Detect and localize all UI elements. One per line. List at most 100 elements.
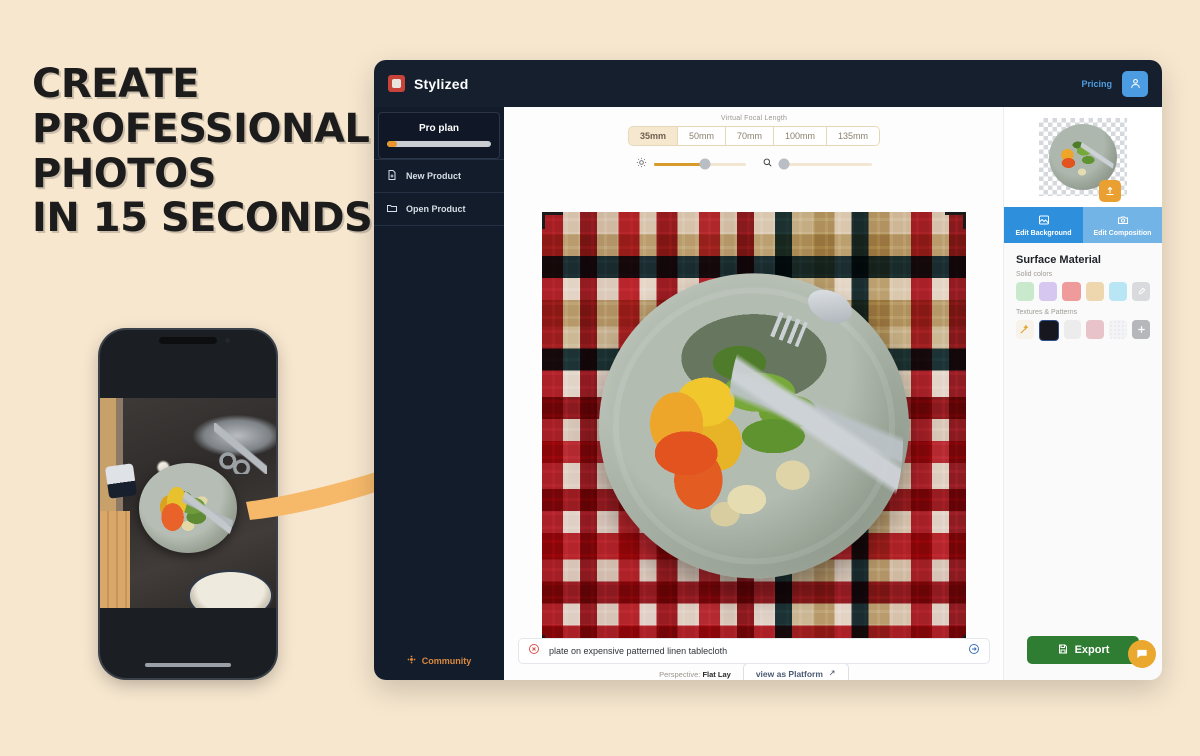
swatch-solid-tan[interactable]	[1085, 282, 1104, 301]
stacked-bowls	[188, 570, 273, 608]
folder-icon	[386, 202, 398, 216]
app-logo-icon	[388, 75, 405, 92]
swatch-solid-blue[interactable]	[1108, 282, 1127, 301]
focal-option-50mm[interactable]: 50mm	[677, 127, 726, 145]
export-button[interactable]: Export	[1027, 636, 1139, 664]
brand-name: Stylized	[414, 75, 469, 92]
original-photo-kitchen	[100, 398, 276, 608]
main-canvas-area: Virtual Focal Length 35mm 50mm 70mm 100m…	[504, 107, 1004, 680]
save-icon	[1057, 643, 1069, 658]
focal-length-label: Virtual Focal Length	[720, 115, 788, 122]
perspective-info: Perspective: Flat Lay	[659, 670, 731, 679]
magic-wand-icon[interactable]	[1016, 320, 1034, 339]
plate-original	[138, 463, 238, 554]
focal-option-70mm[interactable]: 70mm	[725, 127, 774, 145]
chat-bubble-icon[interactable]	[1128, 640, 1156, 668]
brightness-icon	[636, 155, 647, 173]
product-canvas[interactable]	[542, 212, 966, 652]
focal-length-control: Virtual Focal Length 35mm 50mm 70mm 100m…	[504, 107, 1004, 146]
solid-colors-label: Solid colors	[1016, 271, 1053, 278]
zoom-slider[interactable]	[762, 155, 872, 173]
eyedropper-icon[interactable]	[1131, 282, 1151, 301]
zoom-track[interactable]	[778, 158, 872, 170]
brightness-slider[interactable]	[636, 155, 746, 173]
export-label: Export	[1074, 644, 1110, 656]
sidebar-item-new-product[interactable]: New Product	[374, 159, 504, 193]
view-as-platform-label: view as Platform	[755, 669, 823, 679]
thumbnail-cutlery	[1080, 133, 1115, 180]
community-icon	[407, 655, 416, 666]
perspective-row: Perspective: Flat Lay view as Platform	[504, 663, 1004, 680]
tab-edit-composition[interactable]: Edit Composition	[1083, 207, 1162, 243]
product-plate	[599, 273, 909, 579]
image-icon	[1038, 214, 1050, 228]
cutlery	[729, 285, 903, 567]
upload-icon[interactable]	[1099, 180, 1121, 202]
app-topbar: Stylized Pricing	[374, 60, 1162, 107]
swatch-solid-red[interactable]	[1062, 282, 1081, 301]
foot	[104, 463, 138, 499]
promo-stage: Create Professional Photos in 15 seconds	[0, 0, 1200, 756]
cutlery-original	[182, 479, 234, 547]
focal-option-135mm[interactable]: 135mm	[827, 127, 880, 145]
solid-color-swatches	[1004, 282, 1162, 309]
sidebar-label-new-product: New Product	[406, 171, 462, 181]
swatch-texture-white[interactable]	[1063, 320, 1082, 339]
zoom-icon	[762, 155, 773, 173]
swatch-solid-purple[interactable]	[1039, 282, 1058, 301]
submit-arrow-icon[interactable]	[968, 642, 980, 660]
promo-headline: Create Professional Photos in 15 seconds	[32, 61, 373, 242]
right-panel: Edit Background Edit Composition Surface…	[1003, 107, 1162, 680]
phone-home-indicator	[145, 663, 231, 667]
swatch-texture-pink[interactable]	[1086, 320, 1105, 339]
plus-icon[interactable]	[1132, 320, 1150, 339]
user-avatar-icon[interactable]	[1122, 70, 1148, 97]
product-thumbnail[interactable]	[1039, 118, 1127, 202]
panel-tabs: Edit Background Edit Composition	[1004, 207, 1162, 243]
sidebar-item-open-product[interactable]: Open Product	[374, 193, 504, 226]
headline-line-2: Professional	[32, 105, 370, 152]
brightness-track[interactable]	[654, 158, 746, 170]
texture-swatches	[1004, 320, 1162, 349]
prompt-input[interactable]: plate on expensive patterned linen table…	[549, 646, 959, 656]
pricing-link[interactable]: Pricing	[1081, 79, 1112, 89]
clear-circle-icon[interactable]	[528, 642, 540, 660]
swatch-texture-black[interactable]	[1038, 320, 1059, 341]
view-as-platform-button[interactable]: view as Platform	[742, 663, 849, 680]
community-link[interactable]: Community	[374, 655, 504, 666]
plan-name: Pro plan	[418, 123, 459, 134]
focal-option-35mm[interactable]: 35mm	[628, 127, 678, 145]
headline-line-3: Photos	[32, 150, 216, 197]
camera-icon	[1117, 214, 1129, 228]
canvas-sliders	[504, 155, 1004, 173]
perspective-value: Flat Lay	[702, 669, 731, 679]
swatch-texture-speckle[interactable]	[1109, 320, 1128, 339]
external-link-icon	[828, 669, 836, 679]
tab-label-edit-background: Edit Background	[1015, 229, 1072, 237]
crop-corner-top-right[interactable]	[945, 212, 966, 229]
community-label: Community	[421, 655, 472, 666]
focal-option-100mm[interactable]: 100mm	[774, 127, 828, 145]
textures-label: Textures & Patterns	[1016, 309, 1078, 316]
scissors	[214, 423, 268, 474]
prompt-input-bar[interactable]: plate on expensive patterned linen table…	[518, 638, 990, 664]
product-thumbnail-area	[1004, 107, 1162, 207]
perspective-label: Perspective:	[659, 669, 701, 679]
headline-line-1: Create	[32, 61, 199, 107]
wood-floor	[100, 511, 130, 608]
plan-usage-bar	[387, 141, 491, 147]
sidebar: Pro plan New Product Open Product Commun…	[374, 107, 504, 680]
crop-corner-top-left[interactable]	[542, 212, 563, 229]
app-window: Stylized Pricing Pro plan New Product Op…	[374, 60, 1162, 680]
focal-length-options: 35mm 50mm 70mm 100mm 135mm	[627, 126, 881, 146]
tab-label-edit-composition: Edit Composition	[1093, 229, 1152, 237]
phone-screen	[100, 398, 276, 608]
phone-notch	[159, 337, 230, 344]
surface-material-title: Surface Material	[1016, 254, 1101, 266]
new-document-icon	[386, 169, 398, 183]
headline-line-4: in 15 seconds	[32, 195, 373, 242]
tab-edit-background[interactable]: Edit Background	[1004, 207, 1083, 243]
swatch-solid-green[interactable]	[1016, 282, 1035, 301]
plan-card[interactable]: Pro plan	[378, 112, 500, 159]
phone-mockup	[100, 330, 276, 678]
